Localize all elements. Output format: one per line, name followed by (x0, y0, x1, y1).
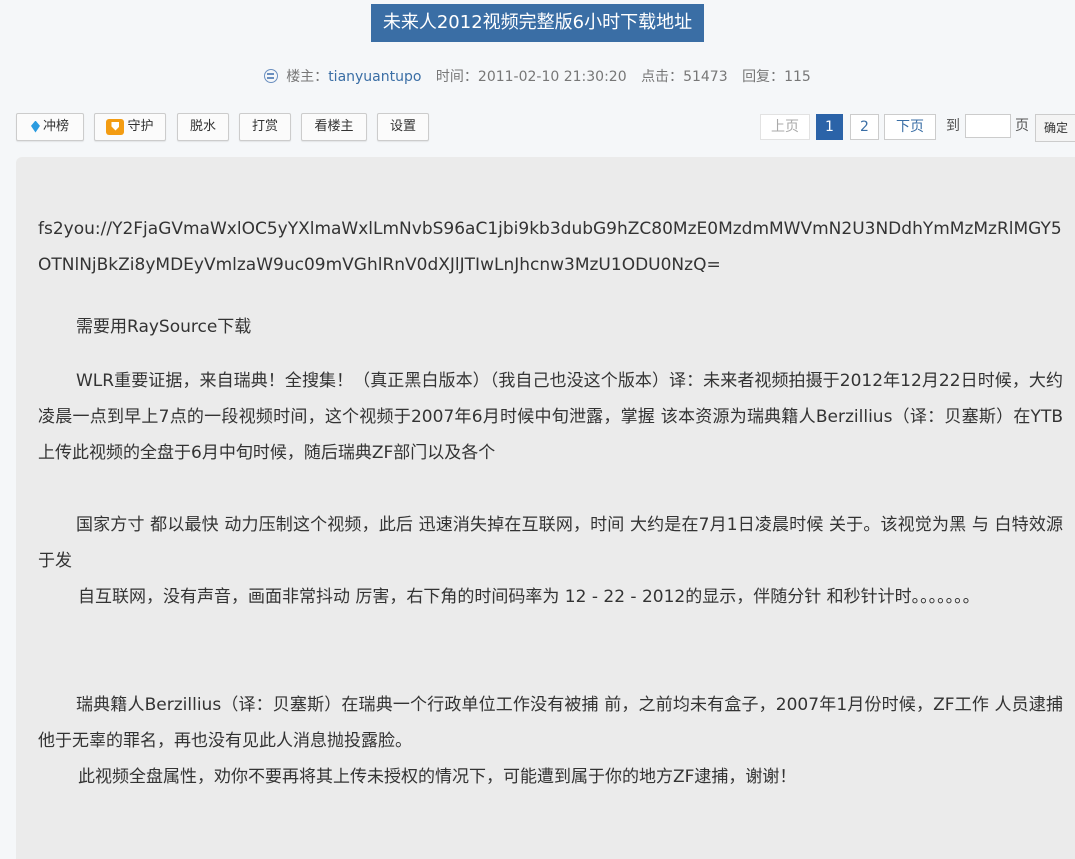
confirm-goto-button[interactable]: 确定 (1035, 114, 1075, 142)
download-link-text: fs2you://Y2FjaGVmaWxlOC5yYXlmaWxlLmNvbS9… (38, 219, 1062, 275)
goto-label: 到 (946, 118, 960, 134)
post-meta: 楼主：tianyuantupo 时间：2011-02-10 21:30:20 点… (0, 67, 1075, 87)
views-count: 51473 (683, 69, 728, 85)
prev-page-button[interactable]: 上页 (760, 114, 810, 140)
replies-label: 回复： (742, 69, 785, 85)
next-page-button[interactable]: 下页 (884, 114, 936, 140)
settings-button[interactable]: 设置 (377, 113, 429, 141)
post-title: 未来人2012视频完整版6小时下载地址 (370, 4, 705, 42)
diamond-icon (30, 120, 40, 133)
rank-button[interactable]: 冲榜 (16, 113, 84, 141)
rank-button-label: 冲榜 (42, 119, 69, 134)
reward-button[interactable]: 打赏 (239, 113, 291, 141)
smile-face-icon (264, 69, 279, 83)
author-link[interactable]: tianyuantupo (328, 69, 421, 85)
page-1-button[interactable]: 1 (816, 114, 843, 140)
title-bar: 未来人2012视频完整版6小时下载地址 (0, 4, 1075, 42)
guard-button-label: 守护 (127, 119, 154, 134)
dehydrate-button[interactable]: 脱水 (177, 113, 229, 141)
post-paragraph-1: 需要用RaySource下载 (76, 317, 252, 337)
page-2-button[interactable]: 2 (850, 114, 879, 140)
replies-count: 115 (784, 69, 811, 85)
post-paragraph-3: 国家方寸 都以最快 动力压制这个视频，此后 迅速消失掉在互联网，时间 大约是在7… (38, 515, 1063, 571)
guard-button[interactable]: 守护 (94, 113, 166, 141)
only-op-button[interactable]: 看楼主 (301, 113, 367, 141)
post-paragraph-4: 自互联网，没有声音，画面非常抖动 厉害，右下角的时间码率为 12 - 22 - … (78, 587, 980, 607)
goto-page-input[interactable] (965, 114, 1011, 138)
page-unit-label: 页 (1015, 118, 1029, 134)
author-label: 楼主： (286, 69, 329, 85)
post-paragraph-2: WLR重要证据，来自瑞典！全搜集！（真正黑白版本）（我自己也没这个版本）译：未来… (38, 371, 1063, 463)
post-paragraph-5: 瑞典籍人Berzillius（译：贝塞斯）在瑞典一个行政单位工作没有被捕 前，之… (38, 695, 1063, 751)
post-time: 2011-02-10 21:30:20 (477, 69, 627, 85)
time-label: 时间： (435, 69, 478, 85)
post-content: fs2you://Y2FjaGVmaWxlOC5yYXlmaWxlLmNvbS9… (16, 157, 1075, 859)
post-paragraph-6: 此视频全盘属性，劝你不要再将其上传未授权的情况下，可能遭到属于你的地方ZF逮捕，… (78, 767, 797, 787)
views-label: 点击： (641, 69, 684, 85)
shield-icon (106, 118, 125, 135)
